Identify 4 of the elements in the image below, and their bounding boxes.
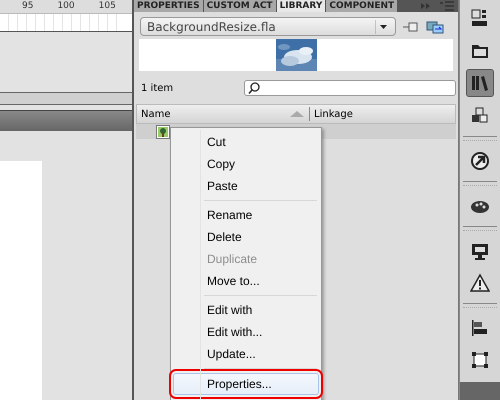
ruler-number: 100 xyxy=(57,0,75,12)
ruler-number: 95 xyxy=(22,0,34,12)
item-count: 1 item xyxy=(141,82,174,94)
ruler-number: 105 xyxy=(98,0,116,12)
